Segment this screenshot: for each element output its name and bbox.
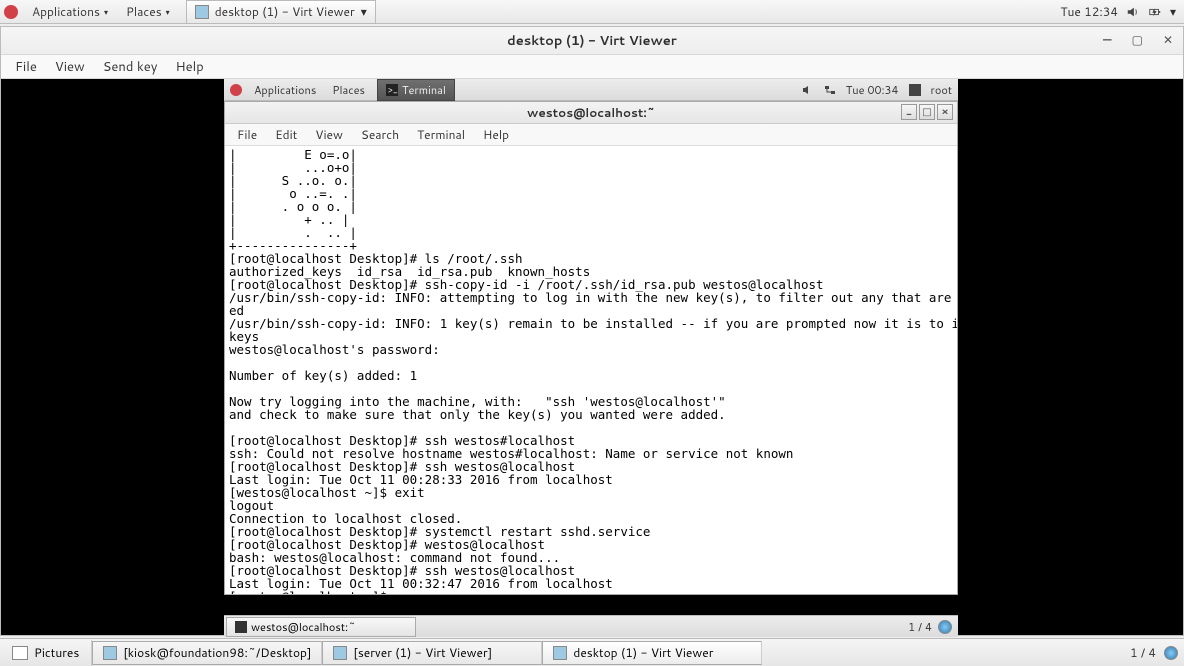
chevron-down-icon: ▾ (104, 6, 108, 18)
menu-help[interactable]: Help (475, 126, 517, 143)
taskbar-entry[interactable]: [server (1) - Virt Viewer] (322, 641, 542, 665)
host-bottom-panel: Pictures [kiosk@foundation98:~/Desktop] … (0, 638, 1184, 666)
svg-text:>_: >_ (388, 84, 398, 96)
places-menu[interactable]: Places▾ (118, 3, 178, 20)
workspace-indicator[interactable]: 1 / 4 (1130, 644, 1156, 661)
applications-menu[interactable]: Applications (246, 82, 324, 98)
terminal-icon (103, 646, 117, 660)
activities-icon[interactable] (230, 84, 242, 96)
maximize-button[interactable]: □ (919, 104, 935, 120)
minimize-button[interactable]: _ (901, 104, 917, 120)
applications-menu[interactable]: Applications▾ (24, 3, 116, 20)
menu-file[interactable]: File (229, 126, 265, 143)
chevron-down-icon: ▾ (166, 6, 170, 18)
minimize-button[interactable]: — (1099, 31, 1116, 48)
window-icon (553, 646, 567, 660)
terminal-icon (235, 621, 247, 633)
virt-titlebar[interactable]: desktop (1) - Virt Viewer — ▢ ✕ (1, 27, 1183, 55)
taskbar-entry[interactable]: westos@localhost:~ (226, 617, 416, 637)
taskbar: [kiosk@foundation98:~/Desktop] [server (… (92, 641, 1130, 665)
terminal-titlebar[interactable]: westos@localhost:~ _ □ × (225, 102, 957, 124)
workspace-indicator[interactable]: 1 / 4 (908, 619, 932, 635)
window-icon (195, 5, 209, 19)
menu-file[interactable]: File (7, 58, 45, 76)
user-label[interactable]: root (931, 82, 952, 98)
menu-edit[interactable]: Edit (267, 126, 305, 143)
menu-terminal[interactable]: Terminal (409, 126, 473, 143)
menu-search[interactable]: Search (353, 126, 407, 143)
window-title: westos@localhost:~ (527, 104, 655, 121)
menu-view[interactable]: View (47, 58, 93, 76)
terminal-output[interactable]: | E o=.o| | ...o+o| | S ..o. o.| | o ..=… (225, 146, 957, 594)
show-desktop-icon[interactable] (1164, 646, 1178, 660)
vm-framebuffer[interactable]: Applications Places >_ Terminal Tue 00:3… (1, 79, 1183, 635)
active-window-button[interactable]: >_ Terminal (377, 79, 455, 101)
user-icon (909, 84, 921, 96)
guest-bottom-panel: westos@localhost:~ 1 / 4 (224, 615, 958, 637)
show-desktop-icon[interactable] (938, 620, 952, 634)
chevron-down-icon: ▾ (361, 3, 367, 20)
active-window-button[interactable]: desktop (1) - Virt Viewer ▾ (186, 0, 376, 24)
virt-menubar: File View Send key Help (1, 55, 1183, 79)
volume-icon[interactable] (802, 84, 814, 96)
taskbar-entry[interactable]: [kiosk@foundation98:~/Desktop] (92, 641, 322, 665)
clock[interactable]: Tue 12:34 (1060, 3, 1118, 20)
pictures-launcher[interactable]: Pictures (0, 644, 91, 661)
menu-help[interactable]: Help (167, 58, 211, 76)
menu-view[interactable]: View (307, 126, 351, 143)
taskbar-entry[interactable]: desktop (1) - Virt Viewer (542, 641, 762, 665)
system-menu-icon[interactable]: ▾ (1170, 3, 1176, 20)
terminal-menubar: File Edit View Search Terminal Help (225, 124, 957, 146)
host-top-panel: Applications▾ Places▾ desktop (1) - Virt… (0, 0, 1184, 24)
volume-icon[interactable] (1126, 5, 1140, 19)
pictures-icon (12, 646, 28, 660)
terminal-icon: >_ (386, 84, 398, 96)
close-button[interactable]: ✕ (1159, 31, 1177, 48)
guest-top-panel: Applications Places >_ Terminal Tue 00:3… (224, 79, 958, 101)
virt-viewer-window: desktop (1) - Virt Viewer — ▢ ✕ File Vie… (0, 26, 1184, 636)
maximize-button[interactable]: ▢ (1128, 31, 1147, 48)
network-icon[interactable] (824, 84, 836, 96)
window-title: desktop (1) - Virt Viewer (507, 32, 677, 50)
close-button[interactable]: × (937, 104, 953, 120)
terminal-window: westos@localhost:~ _ □ × File Edit View … (224, 101, 958, 595)
clock[interactable]: Tue 00:34 (846, 82, 899, 98)
menu-sendkey[interactable]: Send key (95, 58, 166, 76)
window-icon (333, 646, 347, 660)
activities-icon[interactable] (4, 5, 18, 19)
battery-icon[interactable] (1148, 5, 1162, 19)
places-menu[interactable]: Places (324, 82, 373, 98)
